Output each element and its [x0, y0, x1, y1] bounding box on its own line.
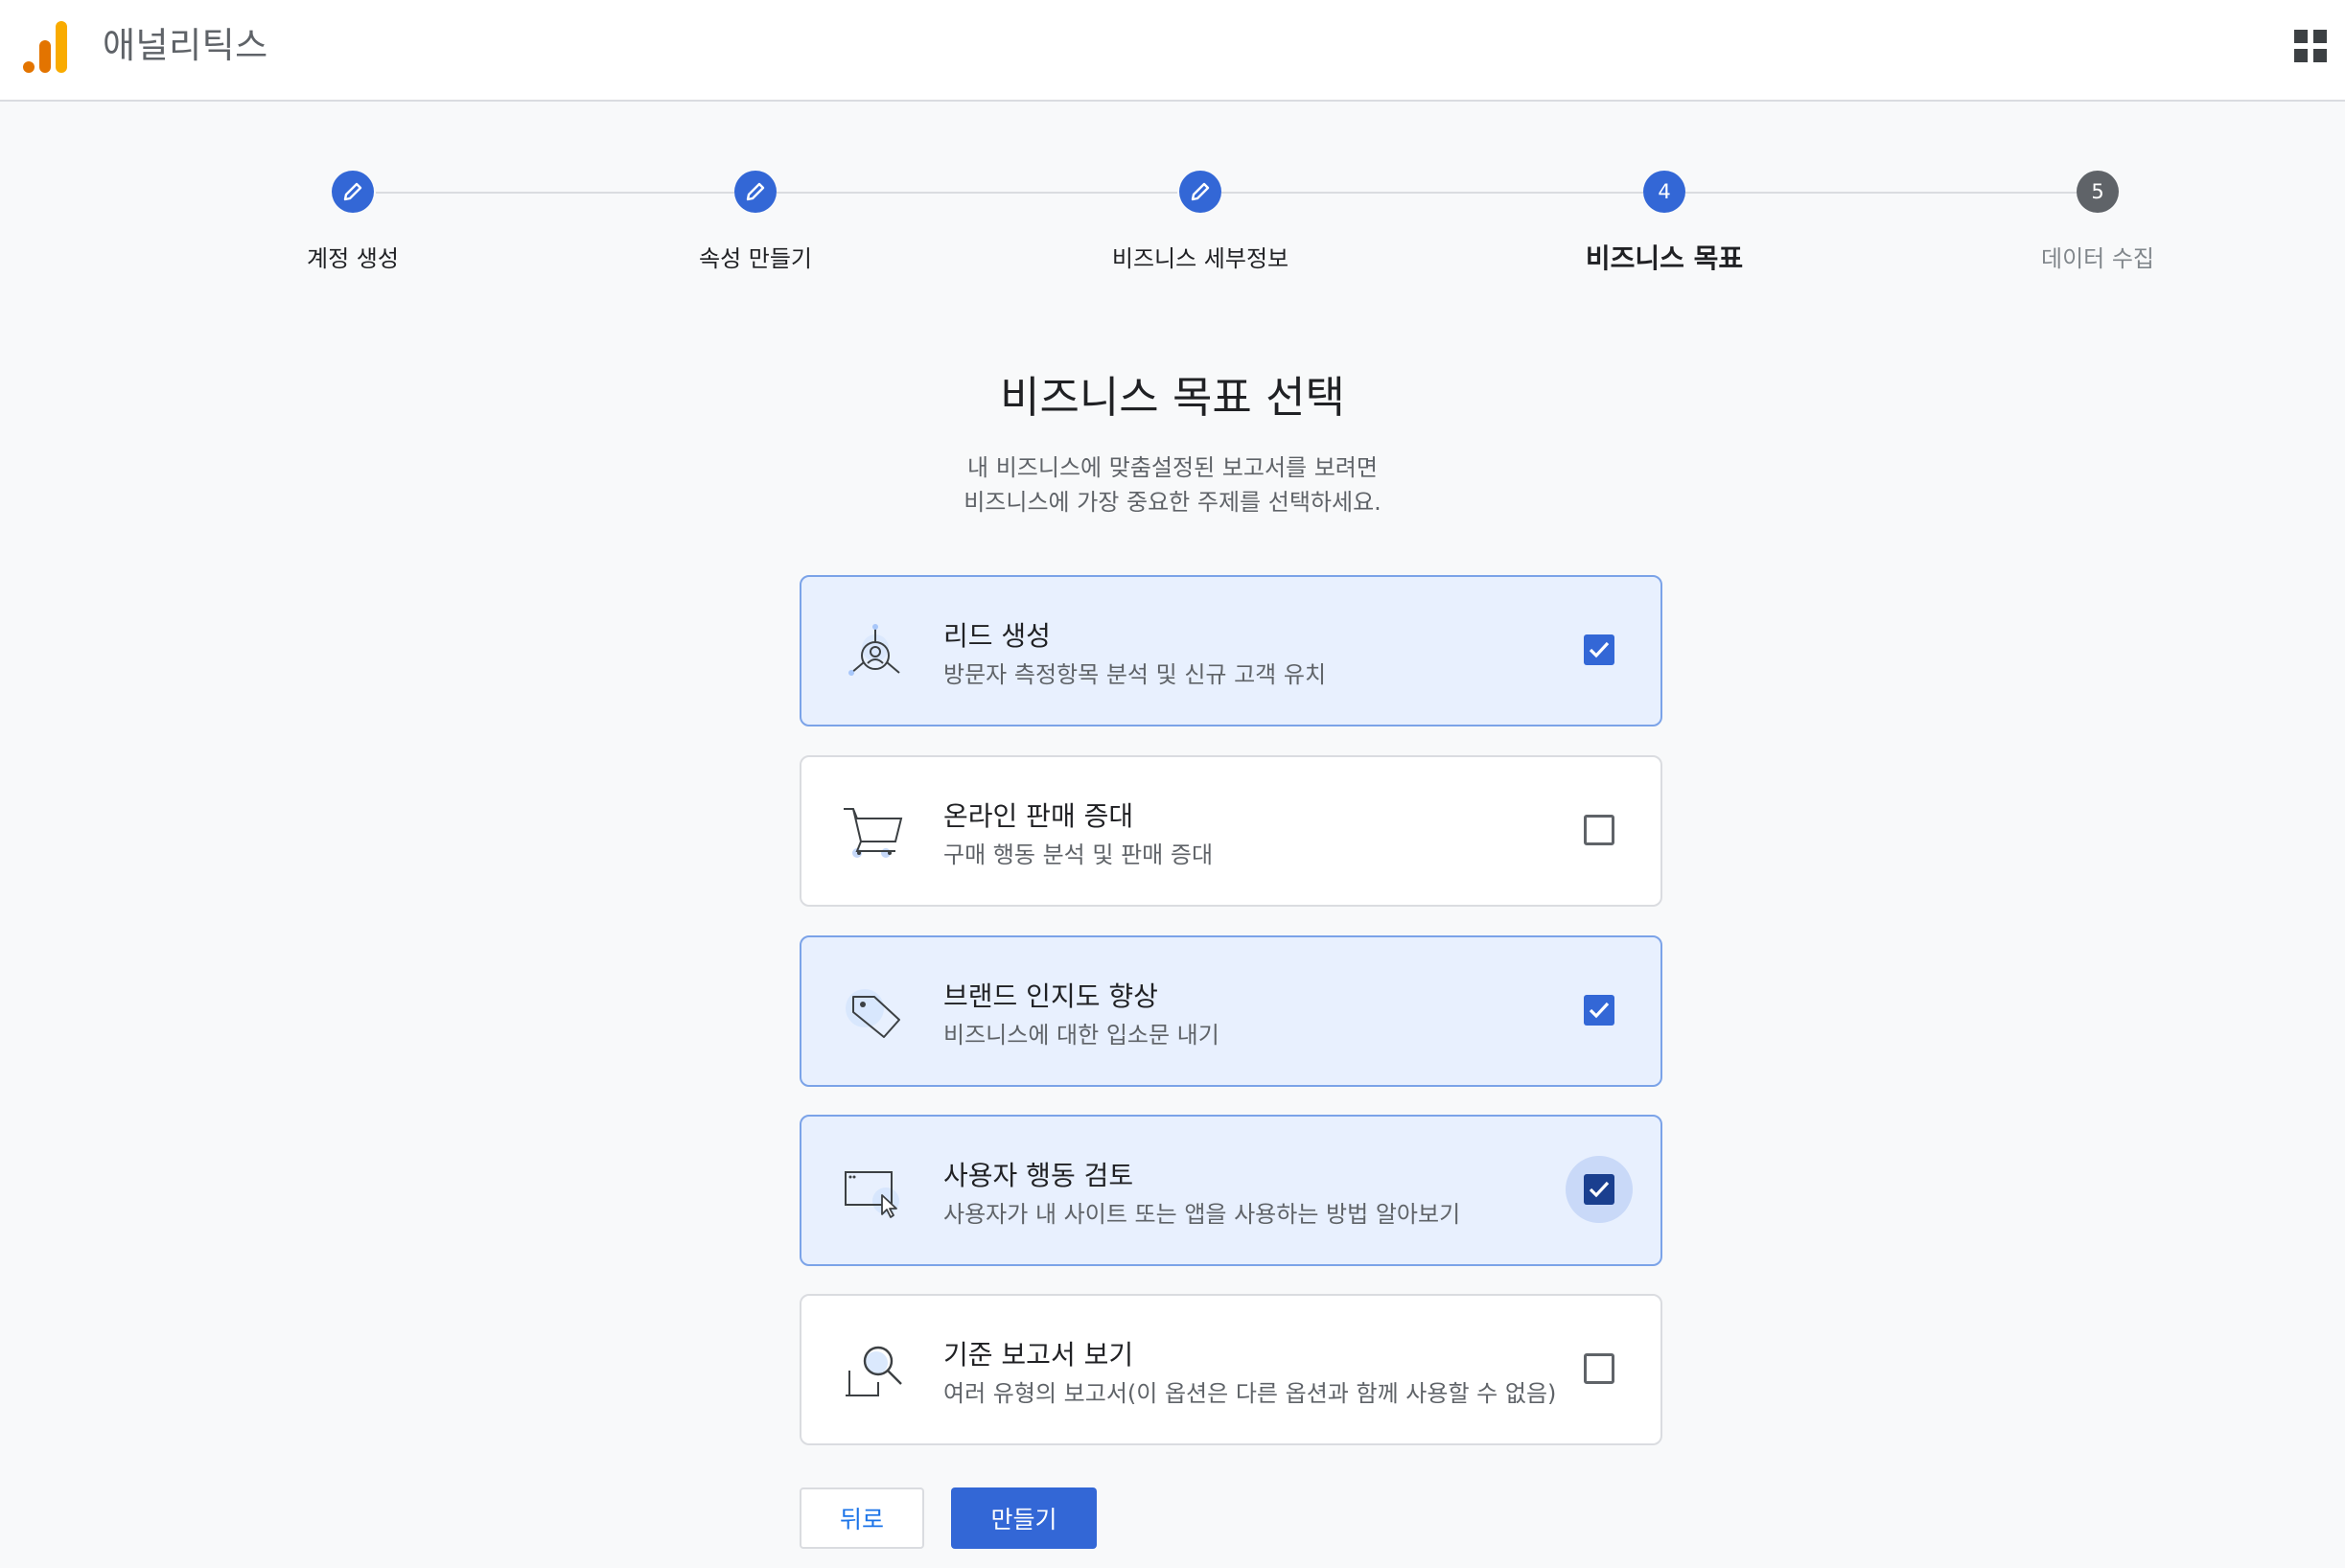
option-title: 온라인 판매 증대 — [943, 800, 1134, 832]
step-3-label: 비즈니스 세부정보 — [1111, 245, 1289, 272]
option-description: 사용자가 내 사이트 또는 앱을 사용하는 방법 알아보기 — [943, 1201, 1461, 1228]
brand-awareness-checkbox[interactable] — [1584, 995, 1614, 1026]
goal-option-brand-awareness[interactable]: 브랜드 인지도 향상 비즈니스에 대한 입소문 내기 — [800, 935, 1662, 1087]
pencil-icon — [746, 182, 765, 201]
shopping-cart-icon — [844, 808, 903, 858]
description-line-1: 내 비즈니스에 맞춤설정된 보고서를 보려면 — [967, 454, 1378, 481]
option-description: 여러 유형의 보고서(이 옵션은 다른 옵션과 함께 사용할 수 없음) — [943, 1380, 1557, 1407]
option-title: 기준 보고서 보기 — [943, 1339, 1134, 1371]
pencil-icon — [1191, 182, 1210, 201]
step-4-indicator: 4 — [1643, 171, 1685, 213]
step-1-indicator[interactable] — [332, 171, 374, 213]
option-description: 구매 행동 분석 및 판매 증대 — [943, 842, 1214, 868]
create-button[interactable]: 만들기 — [951, 1487, 1097, 1549]
step-connector — [376, 192, 734, 194]
step-connector — [777, 192, 1177, 194]
lead-network-icon — [848, 624, 900, 676]
step-4-label: 비즈니스 목표 — [1585, 242, 1744, 274]
page-description: 내 비즈니스에 맞춤설정된 보고서를 보려면 비즈니스에 가장 중요한 주제를 … — [0, 450, 2345, 519]
option-title: 브랜드 인지도 향상 — [943, 980, 1158, 1012]
checkmark-icon — [1589, 1181, 1610, 1198]
step-1-label: 계정 생성 — [307, 245, 399, 272]
checkmark-icon — [1589, 641, 1610, 658]
option-description: 방문자 측정항목 분석 및 신규 고객 유치 — [943, 661, 1327, 688]
step-5-label: 데이터 수집 — [2040, 245, 2155, 272]
step-3-indicator[interactable] — [1179, 171, 1221, 213]
step-5-indicator: 5 — [2077, 171, 2119, 213]
pencil-icon — [343, 182, 362, 201]
option-title: 리드 생성 — [943, 620, 1051, 652]
description-line-2: 비즈니스에 가장 중요한 주제를 선택하세요. — [964, 489, 1381, 516]
page-title: 비즈니스 목표 선택 — [1000, 372, 1345, 423]
goal-option-online-sales[interactable]: 온라인 판매 증대 구매 행동 분석 및 판매 증대 — [800, 755, 1662, 907]
browser-cursor-icon — [845, 1171, 899, 1218]
goal-option-lead-generation[interactable]: 리드 생성 방문자 측정항목 분석 및 신규 고객 유치 — [800, 575, 1662, 726]
report-magnifier-icon — [846, 1346, 902, 1396]
option-title: 사용자 행동 검토 — [943, 1160, 1134, 1191]
step-connector — [1685, 192, 2078, 194]
checkmark-icon — [1589, 1002, 1610, 1019]
lead-generation-checkbox[interactable] — [1584, 634, 1614, 665]
user-behavior-checkbox[interactable] — [1584, 1174, 1614, 1205]
option-description: 비즈니스에 대한 입소문 내기 — [943, 1022, 1219, 1049]
step-2-label: 속성 만들기 — [698, 245, 813, 272]
online-sales-checkbox[interactable] — [1584, 815, 1614, 845]
step-2-indicator[interactable] — [734, 171, 777, 213]
baseline-reports-checkbox[interactable] — [1584, 1353, 1614, 1384]
setup-stepper: 4 5 계정 생성 속성 만들기 비즈니스 세부정보 비즈니스 목표 데이터 수… — [0, 0, 2345, 288]
goal-option-user-behavior[interactable]: 사용자 행동 검토 사용자가 내 사이트 또는 앱을 사용하는 방법 알아보기 — [800, 1115, 1662, 1266]
back-button[interactable]: 뒤로 — [800, 1487, 924, 1549]
goal-option-baseline-reports[interactable]: 기준 보고서 보기 여러 유형의 보고서(이 옵션은 다른 옵션과 함께 사용할… — [800, 1294, 1662, 1445]
price-tag-icon — [846, 989, 900, 1038]
step-connector — [1221, 192, 1643, 194]
